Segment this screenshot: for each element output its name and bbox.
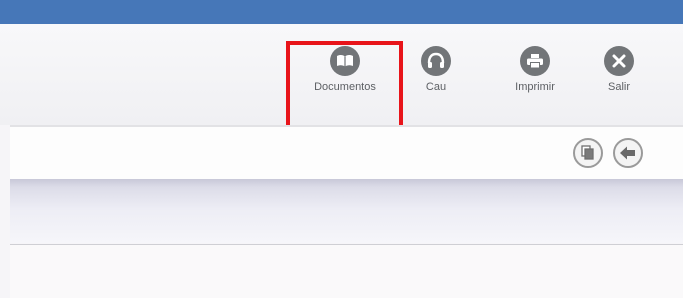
- open-book-icon: [330, 46, 360, 76]
- salir-label: Salir: [607, 81, 630, 93]
- cau-button[interactable]: Cau: [418, 24, 454, 93]
- sub-toolbar: [10, 127, 683, 179]
- imprimir-label: Imprimir: [515, 81, 555, 93]
- toolbar: Documentos Cau Imprimir Salir: [0, 24, 683, 135]
- printer-icon: [520, 46, 550, 76]
- top-bar: [0, 0, 683, 24]
- content-area: [10, 245, 683, 298]
- close-icon: [604, 46, 634, 76]
- documentos-label: Documentos: [314, 81, 376, 93]
- salir-button[interactable]: Salir: [599, 24, 639, 93]
- arrow-left-icon: [620, 146, 635, 160]
- imprimir-button[interactable]: Imprimir: [503, 24, 567, 93]
- page: Documentos Cau Imprimir Salir: [0, 0, 683, 298]
- documents-icon: [581, 145, 594, 160]
- documentos-button[interactable]: Documentos: [299, 24, 391, 93]
- headset-icon: [421, 46, 451, 76]
- content-header-band: [10, 179, 683, 243]
- documents-button[interactable]: [573, 138, 603, 168]
- cau-label: Cau: [425, 81, 447, 93]
- back-button[interactable]: [613, 138, 643, 168]
